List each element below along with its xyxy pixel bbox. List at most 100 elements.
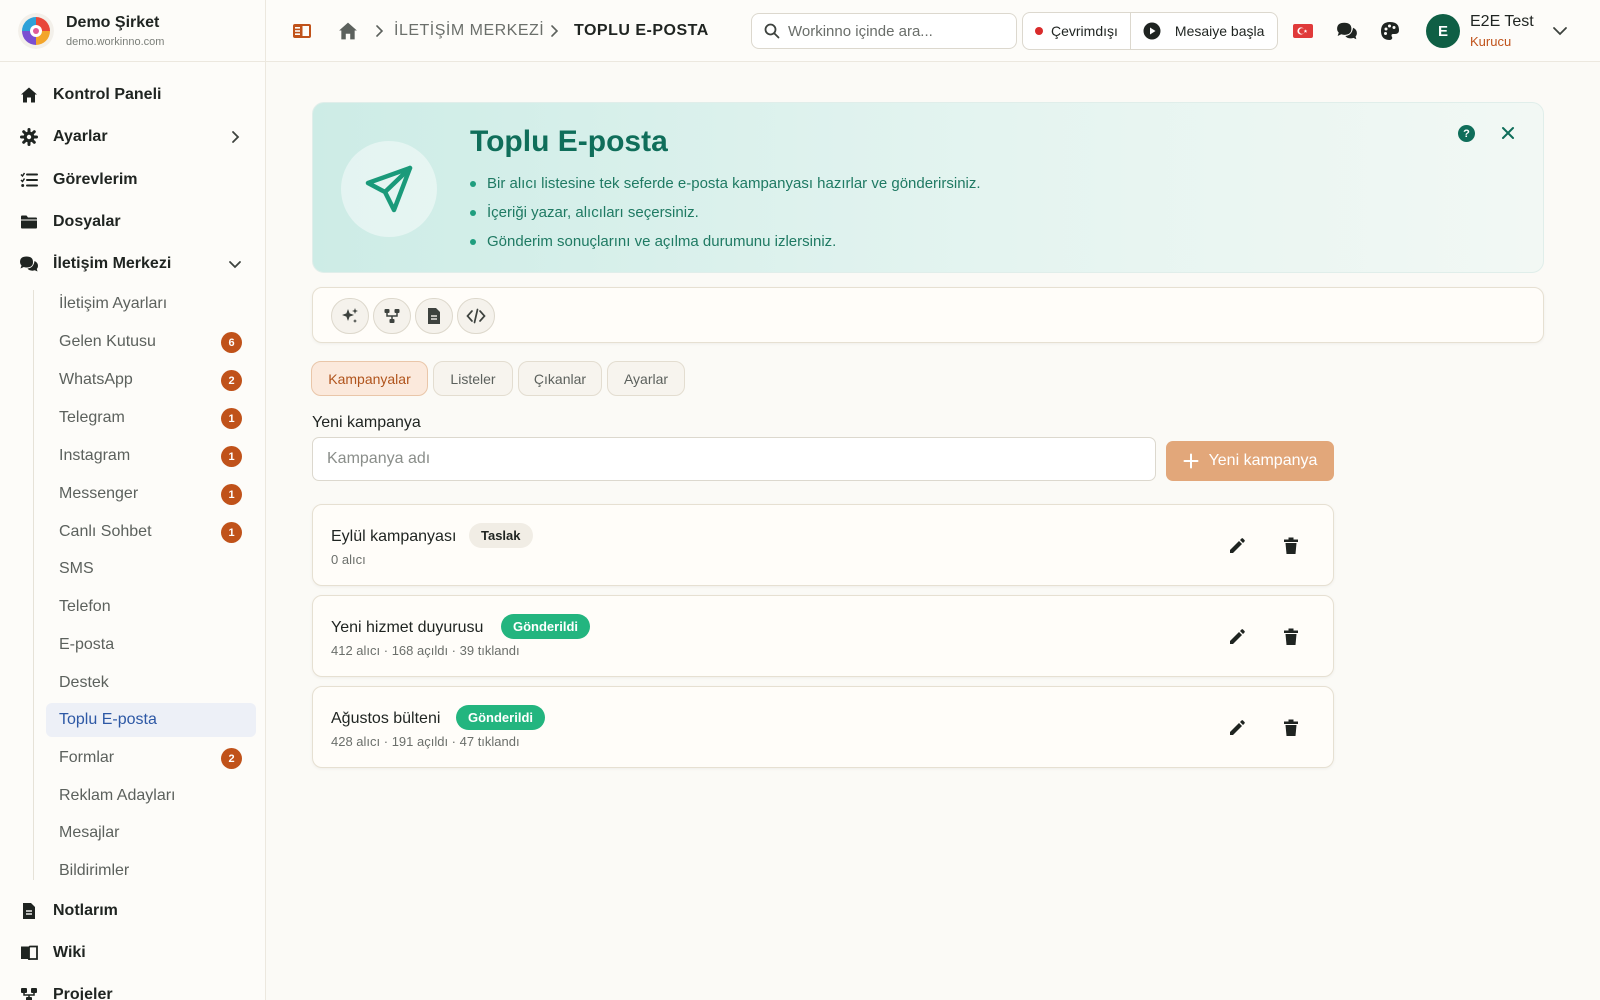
sparkles-icon[interactable] <box>331 298 369 334</box>
sidebar-item-messages[interactable]: Mesajlar <box>46 816 256 850</box>
sidebar-item-forms[interactable]: Formlar 2 <box>46 741 256 775</box>
palette-icon[interactable] <box>1378 19 1402 43</box>
campaign-name: Ağustos bülteni <box>331 710 441 727</box>
sidebar-item-label: Kontrol Paneli <box>53 86 162 103</box>
sidebar-item-label: Messenger <box>59 485 139 502</box>
sidebar-item-telegram[interactable]: Telegram 1 <box>46 401 256 435</box>
search-input[interactable] <box>788 22 988 40</box>
breadcrumb-home-icon[interactable] <box>338 21 358 41</box>
feature-item: Bir alıcı listesine tek seferde e-posta … <box>470 169 981 198</box>
sidebar-item-label: Görevlerim <box>53 171 138 188</box>
close-icon[interactable] <box>1496 121 1520 145</box>
presence-controls: Çevrimdışı Mesaiye başla <box>1022 12 1278 50</box>
brand[interactable]: Demo Şirket demo.workinno.com <box>0 0 265 62</box>
new-campaign-button[interactable]: Yeni kampanya <box>1166 441 1334 481</box>
user-role: Kurucu <box>1470 34 1512 49</box>
new-campaign-button-label: Yeni kampanya <box>1208 452 1318 469</box>
sidebar-toggle-icon[interactable] <box>292 21 312 41</box>
count-badge: 6 <box>221 332 242 353</box>
folder-icon <box>19 212 39 232</box>
chevron-right-icon <box>228 130 242 144</box>
page-title: Toplu E-posta <box>470 125 668 158</box>
sidebar-item-settings[interactable]: Ayarlar <box>0 117 265 157</box>
sidebar-item-inbox[interactable]: Gelen Kutusu 6 <box>46 325 256 359</box>
trash-icon[interactable] <box>1279 534 1303 558</box>
sidebar-item-messenger[interactable]: Messenger 1 <box>46 477 256 511</box>
status-badge: Gönderildi <box>456 705 545 730</box>
campaign-card[interactable]: Eylül kampanyası Taslak 0 alıcı <box>312 504 1334 586</box>
breadcrumb-parent[interactable]: İLETİŞİM MERKEZİ <box>394 22 544 40</box>
avatar[interactable]: E <box>1426 14 1460 48</box>
sidebar-item-instagram[interactable]: Instagram 1 <box>46 439 256 473</box>
edit-icon[interactable] <box>1225 625 1249 649</box>
sidebar-item-sms[interactable]: SMS <box>46 552 256 586</box>
sidebar-item-projects[interactable]: Projeler <box>0 975 265 1000</box>
campaign-stats: 412 alıcı · 168 açıldı · 39 tıklandı <box>331 643 520 658</box>
presence-status-button[interactable]: Çevrimdışı <box>1023 13 1130 49</box>
book-icon <box>19 943 39 963</box>
sidebar-item-label: Reklam Adayları <box>59 787 176 804</box>
sidebar-item-label: İletişim Merkezi <box>53 255 172 272</box>
sidebar-item-live-chat[interactable]: Canlı Sohbet 1 <box>46 515 256 549</box>
user-name[interactable]: E2E Test <box>1470 13 1534 31</box>
sidebar-item-label: Canlı Sohbet <box>59 523 152 540</box>
start-shift-button[interactable]: Mesaiye başla <box>1129 13 1277 49</box>
sidebar-item-wiki[interactable]: Wiki <box>0 933 265 973</box>
sidebar-item-dashboard[interactable]: Kontrol Paneli <box>0 75 265 115</box>
tab-lists[interactable]: Listeler <box>433 361 513 396</box>
code-icon[interactable] <box>457 298 495 334</box>
chevron-down-icon[interactable] <box>1552 25 1568 37</box>
sidebar-item-label: Mesajlar <box>59 824 120 841</box>
sidebar-item-my-notes[interactable]: Notlarım <box>0 891 265 931</box>
info-banner: Toplu E-posta Bir alıcı listesine tek se… <box>312 102 1544 273</box>
sidebar-item-label: WhatsApp <box>59 371 133 388</box>
tab-campaigns[interactable]: Kampanyalar <box>311 361 428 396</box>
tab-unsubscribed[interactable]: Çıkanlar <box>518 361 602 396</box>
status-badge: Taslak <box>469 523 533 548</box>
breadcrumb-current: TOPLU E-POSTA <box>574 22 709 39</box>
trash-icon[interactable] <box>1279 625 1303 649</box>
sidebar-item-communication-settings[interactable]: İletişim Ayarları <box>46 287 256 321</box>
chevron-right-icon <box>374 24 386 38</box>
sidebar-item-label: Bildirimler <box>59 862 130 879</box>
count-badge: 2 <box>221 748 242 769</box>
campaign-name: Eylül kampanyası <box>331 528 457 545</box>
sidebar-item-files[interactable]: Dosyalar <box>0 202 265 242</box>
campaign-card[interactable]: Yeni hizmet duyurusu Gönderildi 412 alıc… <box>312 595 1334 677</box>
edit-icon[interactable] <box>1225 716 1249 740</box>
sidebar-item-bulk-email[interactable]: Toplu E-posta <box>46 703 256 737</box>
feature-list: Bir alıcı listesine tek seferde e-posta … <box>470 169 981 256</box>
projects-icon <box>19 985 39 1000</box>
chat-icon[interactable] <box>1335 19 1359 43</box>
help-icon[interactable]: ? <box>1458 125 1475 142</box>
sidebar-item-label: Gelen Kutusu <box>59 333 156 350</box>
send-icon <box>361 161 417 217</box>
sidebar-item-my-tasks[interactable]: Görevlerim <box>0 160 265 200</box>
document-icon[interactable] <box>415 298 453 334</box>
campaign-name-input[interactable] <box>312 437 1156 481</box>
sidebar-item-support[interactable]: Destek <box>46 666 256 700</box>
status-badge: Gönderildi <box>501 614 590 639</box>
global-search[interactable] <box>751 13 1017 49</box>
plus-icon <box>1183 453 1199 469</box>
workflow-icon[interactable] <box>373 298 411 334</box>
offline-status-dot <box>1035 27 1043 35</box>
trash-icon[interactable] <box>1279 716 1303 740</box>
sidebar-item-label: Wiki <box>53 944 86 961</box>
sidebar-item-ad-leads[interactable]: Reklam Adayları <box>46 779 256 813</box>
play-icon <box>1143 22 1161 40</box>
sidebar-item-whatsapp[interactable]: WhatsApp 2 <box>46 363 256 397</box>
top-header: İLETİŞİM MERKEZİ TOPLU E-POSTA Çevrimdış… <box>266 0 1600 62</box>
campaign-card[interactable]: Ağustos bülteni Gönderildi 428 alıcı · 1… <box>312 686 1334 768</box>
tab-settings[interactable]: Ayarlar <box>607 361 685 396</box>
language-flag-icon[interactable] <box>1291 19 1315 43</box>
edit-icon[interactable] <box>1225 534 1249 558</box>
presence-status-label: Çevrimdışı <box>1051 23 1118 39</box>
chat-icon <box>19 254 39 274</box>
sidebar-item-label: Toplu E-posta <box>59 711 157 728</box>
sidebar-item-notifications[interactable]: Bildirimler <box>46 854 256 888</box>
banner-illustration <box>341 141 437 237</box>
sidebar-item-communication-center[interactable]: İletişim Merkezi <box>0 244 265 284</box>
sidebar-item-phone[interactable]: Telefon <box>46 590 256 624</box>
sidebar-item-email[interactable]: E-posta <box>46 628 256 662</box>
